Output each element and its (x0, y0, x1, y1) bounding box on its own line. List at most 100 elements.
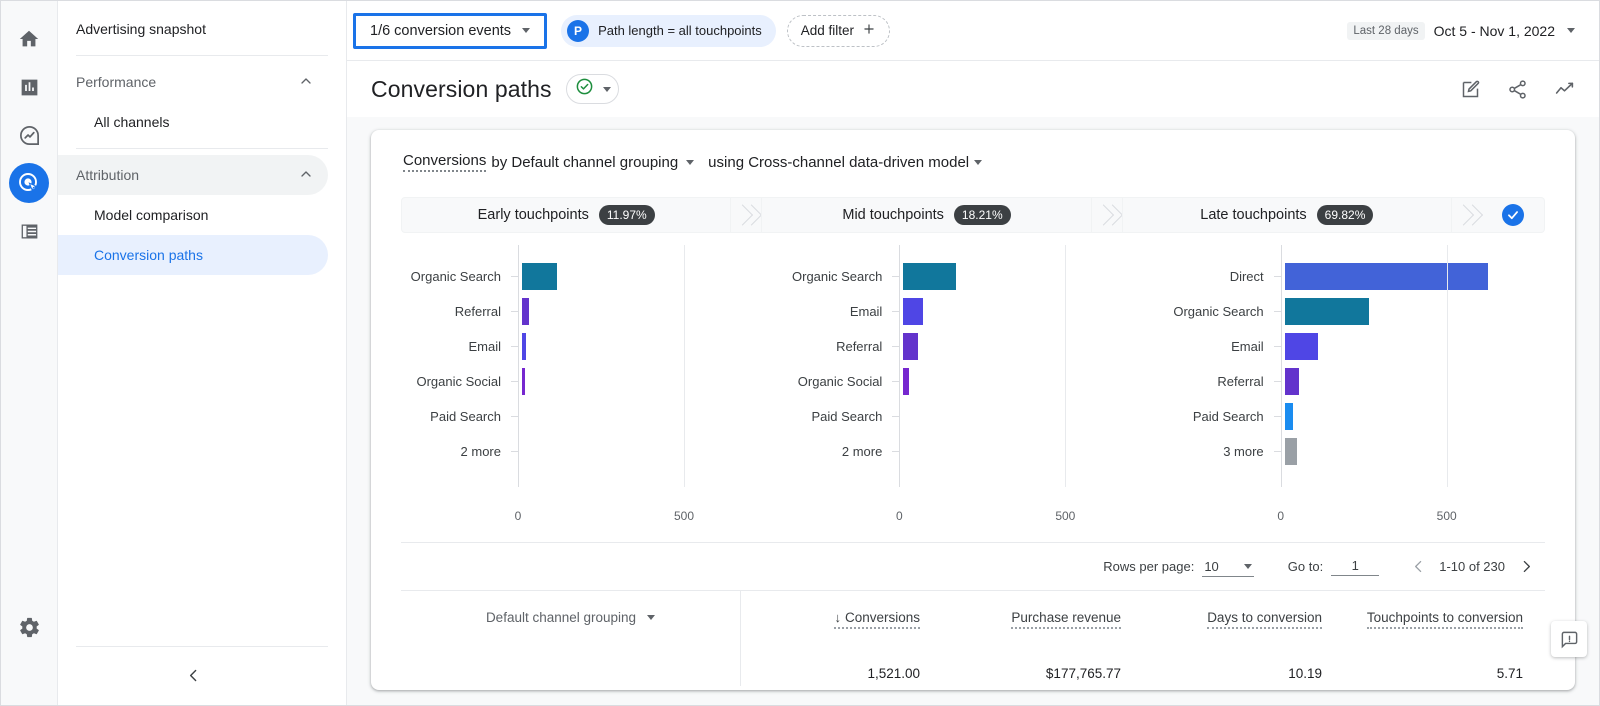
chart-bar-row[interactable]: Email (788, 294, 1163, 329)
chart-bar-row[interactable]: Organic Search (407, 259, 782, 294)
chevron-down-icon (1243, 563, 1252, 569)
sidebar-item-model-comparison[interactable]: Model comparison (58, 195, 328, 235)
chart-bar-row[interactable]: Organic Social (788, 364, 1163, 399)
home-icon[interactable] (9, 19, 49, 59)
chart-category-label: Paid Search (1192, 409, 1264, 424)
axis-tick-label: 0 (895, 509, 903, 523)
conversion-events-selector[interactable]: 1/6 conversion events (353, 12, 548, 49)
chart-bar[interactable] (903, 263, 957, 290)
chevron-down-icon (647, 615, 656, 620)
report-status-chip[interactable] (565, 74, 619, 104)
chart-bar-row[interactable]: Paid Search (407, 399, 782, 434)
detail-table: Default channel grouping ↓ Conversions 1… (401, 590, 1545, 686)
column-header-conversions[interactable]: ↓ Conversions (834, 610, 920, 629)
sidebar-group-performance[interactable]: Performance (58, 62, 328, 102)
rows-per-page-select[interactable]: 10 (1202, 557, 1254, 577)
table-dimension-cell: Default channel grouping (401, 591, 741, 686)
feedback-icon[interactable] (1551, 621, 1587, 657)
chart-bar-row[interactable]: Organic Social (407, 364, 782, 399)
chart-bar[interactable] (1284, 438, 1297, 465)
chart-bar[interactable] (1284, 368, 1299, 395)
chart-bar-row[interactable]: 2 more (407, 434, 782, 469)
chevron-down-icon-model[interactable] (974, 159, 983, 165)
advertising-icon[interactable] (9, 163, 49, 203)
chart-plot-area (1281, 259, 1545, 294)
next-page-icon[interactable] (1509, 550, 1543, 584)
add-filter-button[interactable]: Add filter (786, 14, 891, 47)
edit-comparison-icon[interactable] (1460, 79, 1481, 100)
chart-plot-area (518, 259, 782, 294)
metric-selector[interactable]: Conversions (403, 152, 487, 172)
previous-page-icon[interactable] (1401, 550, 1435, 584)
chart-bar-row[interactable]: Referral (1170, 364, 1545, 399)
date-range-selector[interactable]: Last 28 days Oct 5 - Nov 1, 2022 (1347, 21, 1575, 40)
chart-bar[interactable] (903, 298, 924, 325)
chart-bar-row[interactable]: Referral (407, 294, 782, 329)
stage-mid-touchpoints[interactable]: Mid touchpoints 18.21% (761, 197, 1092, 233)
chart-bar[interactable] (903, 368, 910, 395)
share-icon[interactable] (1507, 79, 1528, 100)
column-header-touchpoints-to-conversion[interactable]: Touchpoints to conversion (1366, 610, 1523, 629)
header-actions (1460, 79, 1575, 100)
sidebar-item-label: Advertising snapshot (76, 21, 206, 37)
table-total-conversions: 1,521.00 (867, 666, 920, 681)
chart-bar[interactable] (522, 263, 557, 290)
chart-bar-row[interactable]: Email (1170, 329, 1545, 364)
chart-bar-row[interactable]: 3 more (1170, 434, 1545, 469)
chart-bar-row[interactable]: 2 more (788, 434, 1163, 469)
chart-bar-row[interactable]: Paid Search (788, 399, 1163, 434)
chart-late-touchpoints: Direct Organic Search Email Referral Paid Se… (1164, 245, 1545, 529)
chart-config-by: by Default channel grouping (491, 153, 679, 171)
touchpoint-stage-bar: Early touchpoints 11.97% Mid touchpoints… (401, 197, 1545, 233)
conversion-check-icon (1501, 204, 1524, 226)
sidebar-item-advertising-snapshot[interactable]: Advertising snapshot (58, 9, 328, 49)
chart-bar-row[interactable]: Email (407, 329, 782, 364)
sidebar-group-attribution[interactable]: Attribution (58, 155, 328, 195)
conversion-paths-card: Conversions by Default channel grouping … (371, 130, 1575, 690)
date-range-label: Oct 5 - Nov 1, 2022 (1433, 22, 1555, 39)
chart-plot-area (899, 364, 1163, 399)
axis-tick (892, 276, 900, 277)
chevron-down-icon-dimension[interactable] (686, 159, 695, 165)
chart-bar[interactable] (1284, 298, 1369, 325)
chart-bar-row[interactable]: Referral (788, 329, 1163, 364)
sidebar-item-conversion-paths[interactable]: Conversion paths (58, 235, 328, 275)
library-icon[interactable] (9, 211, 49, 251)
column-header-days-to-conversion[interactable]: Days to conversion (1207, 610, 1322, 629)
chart-bar[interactable] (1284, 263, 1488, 290)
chart-bar-row[interactable]: Direct (1170, 259, 1545, 294)
chart-rows: Direct Organic Search Email Referral Paid Se… (1170, 259, 1545, 469)
chart-bar-row[interactable]: Organic Search (1170, 294, 1545, 329)
chart-bar-row[interactable]: Paid Search (1170, 399, 1545, 434)
chart-bar[interactable] (522, 333, 526, 360)
table-column-touchpoints-to-conversion: Touchpoints to conversion 5.71 (1344, 591, 1545, 686)
chevron-down-icon (1567, 28, 1575, 33)
chart-bar-row[interactable]: Organic Search (788, 259, 1163, 294)
chart-bar[interactable] (522, 298, 529, 325)
stage-label: Mid touchpoints (842, 207, 944, 223)
axis-tick (892, 311, 900, 312)
explore-icon[interactable] (9, 115, 49, 155)
path-length-filter-chip[interactable]: P Path length = all touchpoints (561, 14, 776, 47)
touchpoint-charts: Organic Search Referral Email Organic Socia… (401, 245, 1545, 529)
chart-bar[interactable] (1284, 403, 1293, 430)
chart-mid-touchpoints: Organic Search Email Referral Organic Socia… (782, 245, 1163, 529)
sidebar-item-all-channels[interactable]: All channels (58, 102, 328, 142)
admin-gear-icon[interactable] (9, 607, 49, 647)
chart-category-label: Paid Search (430, 409, 501, 424)
chevron-left-icon[interactable] (175, 657, 211, 693)
stage-late-touchpoints[interactable]: Late touchpoints 69.82% (1121, 197, 1452, 233)
insights-icon[interactable] (1554, 79, 1575, 100)
chart-bar[interactable] (903, 333, 919, 360)
chart-bar[interactable] (1284, 333, 1318, 360)
stage-early-touchpoints[interactable]: Early touchpoints 11.97% (401, 197, 732, 233)
stage-percent-badge: 69.82% (1316, 205, 1374, 225)
chart-plot-area (899, 294, 1163, 329)
goto-page-input[interactable]: 1 (1331, 558, 1380, 576)
chart-category-label: Organic Search (410, 269, 501, 284)
reports-icon[interactable] (9, 67, 49, 107)
axis-tick (1273, 276, 1281, 277)
column-header-purchase-revenue[interactable]: Purchase revenue (1011, 610, 1121, 629)
chart-bar[interactable] (522, 368, 525, 395)
dimension-selector[interactable]: Default channel grouping (486, 610, 656, 625)
